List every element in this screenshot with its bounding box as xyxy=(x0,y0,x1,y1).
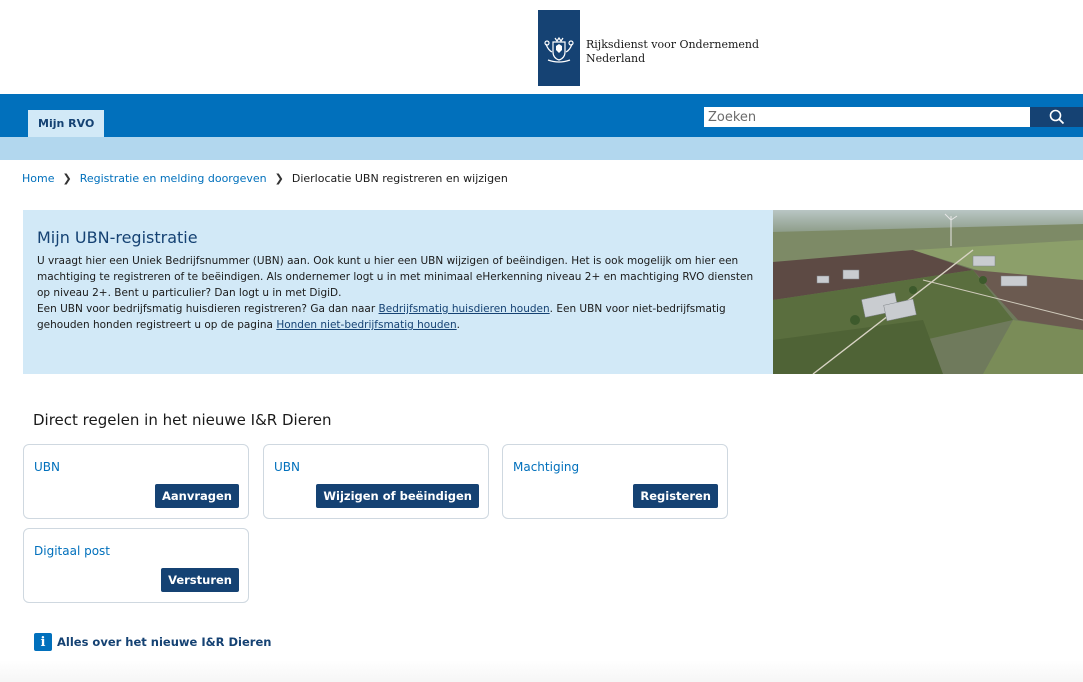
card-label: Machtiging xyxy=(513,460,580,474)
breadcrumb-registratie[interactable]: Registratie en melding doorgeven xyxy=(80,172,267,185)
tab-mijn-rvo[interactable]: Mijn RVO xyxy=(28,110,105,137)
card-label: UBN xyxy=(274,460,300,474)
chevron-right-icon: ❯ xyxy=(274,172,284,185)
intro-panel: Mijn UBN-registratie U vraagt hier een U… xyxy=(23,210,773,374)
card-machtiging: Machtiging Registeren xyxy=(502,444,728,519)
link-honden-niet-bedrijfsmatig[interactable]: Honden niet-bedrijfsmatig houden xyxy=(276,319,456,331)
link-bedrijfsmatig-huisdieren[interactable]: Bedrijfsmatig huisdieren houden xyxy=(379,303,550,315)
link-alles-over-ir-dieren[interactable]: Alles over het nieuwe I&R Dieren xyxy=(57,635,271,649)
rijkswapen-icon[interactable] xyxy=(538,10,580,86)
card-digitaal-post: Digitaal post Versturen xyxy=(23,528,249,603)
chevron-right-icon: ❯ xyxy=(62,172,72,185)
organisation-name[interactable]: Rijksdienst voor Ondernemend Nederland xyxy=(586,38,759,66)
intro-paragraph-1: U vraagt hier een Uniek Bedrijfsnummer (… xyxy=(37,255,754,299)
coat-of-arms-graphic xyxy=(544,36,574,63)
hero-image-farmland xyxy=(773,210,1083,374)
sub-navigation-bar xyxy=(0,137,1083,160)
breadcrumb-current: Dierlocatie UBN registreren en wijzigen xyxy=(291,172,508,185)
info-link-row: i Alles over het nieuwe I&R Dieren xyxy=(34,633,271,651)
versturen-button[interactable]: Versturen xyxy=(161,568,239,592)
organisation-name-line1: Rijksdienst voor Ondernemend xyxy=(586,38,760,51)
card-label: Digitaal post xyxy=(34,544,111,558)
aanvragen-button[interactable]: Aanvragen xyxy=(155,484,239,508)
section-title: Direct regelen in het nieuwe I&R Dieren xyxy=(33,411,332,429)
intro-text: . xyxy=(456,319,461,331)
intro-paragraph-2: Een UBN voor bedrijfsmatig huisdieren re… xyxy=(37,301,759,333)
organisation-name-line2: Nederland xyxy=(586,52,646,65)
breadcrumb-home[interactable]: Home xyxy=(22,172,54,185)
breadcrumb: Home ❯ Registratie en melding doorgeven … xyxy=(22,172,508,185)
top-navigation: Mijn RVO xyxy=(0,94,1083,137)
site-header: Rijksdienst voor Ondernemend Nederland xyxy=(0,0,1083,94)
scroll-fade xyxy=(0,660,1083,682)
registeren-button[interactable]: Registeren xyxy=(633,484,718,508)
card-ubn-wijzigen: UBN Wijzigen of beëindigen xyxy=(263,444,489,519)
search-icon xyxy=(1049,109,1064,125)
page-title: Mijn UBN-registratie xyxy=(37,228,198,247)
card-label: UBN xyxy=(34,460,60,474)
info-icon: i xyxy=(34,633,52,651)
intro-text: Een UBN voor bedrijfsmatig huisdieren re… xyxy=(37,303,379,315)
wijzigen-beeindigen-button[interactable]: Wijzigen of beëindigen xyxy=(316,484,479,508)
card-ubn-aanvragen: UBN Aanvragen xyxy=(23,444,249,519)
search-input[interactable] xyxy=(704,107,1030,127)
search-button[interactable] xyxy=(1030,107,1083,127)
